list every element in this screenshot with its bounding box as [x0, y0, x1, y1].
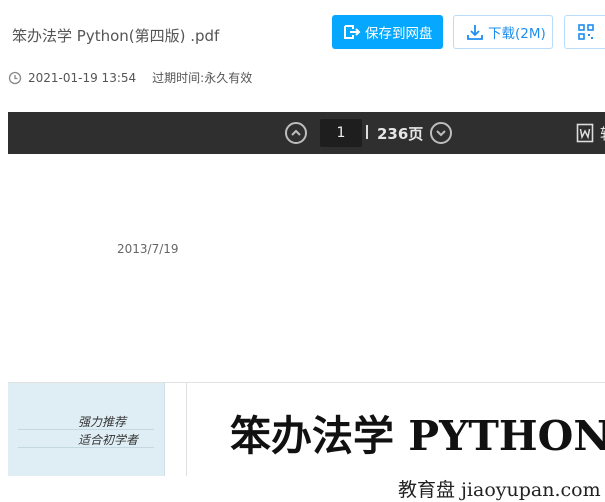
save-to-cloud-icon: [344, 25, 361, 39]
chevron-down-icon: [436, 130, 446, 137]
recommend-text: 强力推荐: [78, 415, 127, 429]
file-header: 笨办法学 Python(第四版) .pdf 保存到网盘 下载(2M) 2021-…: [0, 0, 605, 100]
beginner-text: 适合初学者: [78, 433, 139, 447]
download-button[interactable]: 下载(2M): [453, 15, 553, 49]
page-number-input[interactable]: 1: [320, 119, 362, 147]
qr-code-icon: [578, 24, 594, 40]
page-separator: [366, 125, 368, 139]
total-pages: 236页: [377, 125, 424, 143]
save-to-cloud-label: 保存到网盘: [365, 26, 433, 42]
convert-label[interactable]: 转: [600, 123, 605, 144]
clock-icon: [8, 71, 22, 84]
download-icon: [467, 25, 483, 40]
expire-label: 过期时间:: [152, 71, 205, 85]
file-meta: 2021-01-19 13:54 过期时间: 永久有效: [8, 69, 252, 86]
book-title: 笨办法学 PYTHON: [230, 412, 605, 460]
word-convert-icon[interactable]: [576, 123, 594, 143]
convert-button[interactable]: [564, 15, 605, 49]
vertical-rule: [186, 383, 187, 476]
pdf-viewer-toolbar: 1 236页 转: [8, 112, 605, 154]
save-to-cloud-button[interactable]: 保存到网盘: [332, 15, 443, 49]
expire-value: 永久有效: [204, 71, 253, 85]
chevron-up-icon: [291, 129, 301, 136]
next-page-button[interactable]: [430, 122, 452, 144]
recommendation-box: 强力推荐 适合初学者: [8, 383, 165, 476]
download-label: 下载(2M): [488, 26, 546, 42]
upload-timestamp: 2021-01-19 13:54: [28, 70, 137, 85]
file-title: 笨办法学 Python(第四版) .pdf: [12, 27, 220, 45]
previous-page-button[interactable]: [285, 122, 307, 144]
pdf-page: 2013/7/19 强力推荐 适合初学者 笨办法学 PYTHON: [8, 154, 605, 502]
document-date: 2013/7/19: [117, 242, 179, 256]
watermark: 教育盘 jiaoyupan.com: [398, 475, 601, 502]
